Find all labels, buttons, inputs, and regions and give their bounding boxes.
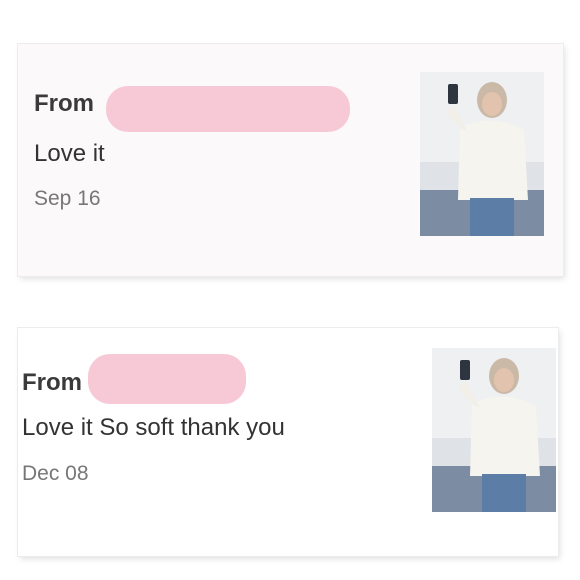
from-label: From xyxy=(22,369,82,396)
review-text: Love it xyxy=(34,140,105,167)
review-card-1[interactable]: From Love it Sep 16 xyxy=(18,44,563,276)
review-date: Sep 16 xyxy=(34,187,101,210)
review-date: Dec 08 xyxy=(22,462,89,485)
redacted-username xyxy=(88,354,246,404)
review-photo-thumbnail[interactable] xyxy=(432,348,556,512)
review-text: Love it So soft thank you xyxy=(22,414,285,441)
review-photo-thumbnail[interactable] xyxy=(420,72,544,236)
redacted-username xyxy=(106,86,350,132)
review-photo-icon xyxy=(432,348,556,512)
review-card-2[interactable]: From Love it So soft thank you Dec 08 xyxy=(18,328,558,556)
from-label: From xyxy=(34,90,94,117)
review-photo-icon xyxy=(420,72,544,236)
